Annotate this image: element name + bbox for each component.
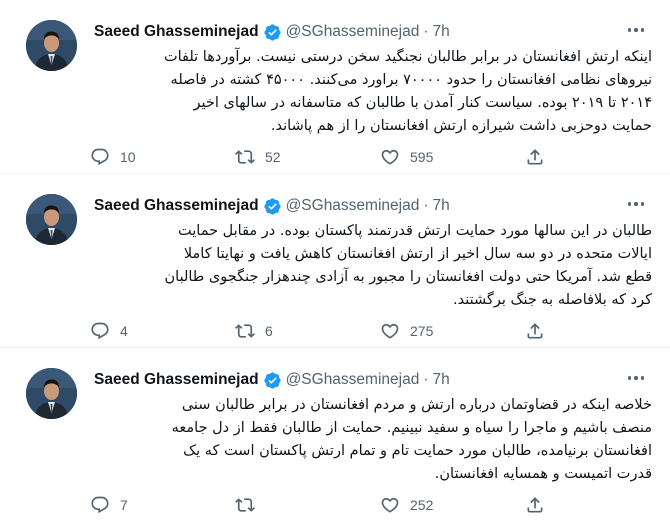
author-name[interactable]: Saeed Ghasseminejad	[94, 370, 259, 390]
author-handle[interactable]: @SGhasseminejad	[286, 370, 420, 390]
reply-count: 7	[120, 497, 128, 513]
tweet-text-line: ایالات متحده در دو سه سال اخیر از ارتش ا…	[183, 246, 652, 262]
tweet-header: Saeed Ghasseminejad @SGhasseminejad · 7h	[94, 194, 654, 218]
share-icon	[527, 149, 543, 165]
retweet-icon	[235, 498, 255, 512]
share-button[interactable]	[525, 147, 545, 167]
tweet[interactable]: Saeed Ghasseminejad @SGhasseminejad · 7h…	[0, 174, 670, 347]
retweet-button[interactable]: 52	[235, 147, 380, 167]
like-button[interactable]: 595	[380, 147, 525, 167]
author-name[interactable]: Saeed Ghasseminejad	[94, 22, 259, 42]
separator-dot: ·	[423, 197, 429, 214]
verified-badge-icon	[263, 371, 281, 389]
tweet-text-line: خلاصه اینکه در قضاوتمان درباره ارتش و مر…	[181, 397, 652, 413]
like-count: 595	[410, 149, 434, 165]
avatar-image	[26, 368, 77, 419]
like-button[interactable]: 252	[380, 495, 525, 515]
author-handle[interactable]: @SGhasseminejad	[286, 196, 420, 216]
like-count: 252	[410, 497, 434, 513]
tweet[interactable]: Saeed Ghasseminejad @SGhasseminejad · 7h…	[0, 348, 670, 521]
tweet-text: اینکه ارتش افغانستان در برابر طالبان نجن…	[92, 46, 652, 138]
tweet-actions: 4 6 275	[90, 320, 570, 342]
tweet-header: Saeed Ghasseminejad @SGhasseminejad · 7h	[94, 368, 654, 392]
avatar[interactable]	[26, 368, 77, 419]
reply-count: 10	[120, 149, 136, 165]
avatar[interactable]	[26, 194, 77, 245]
author-name[interactable]: Saeed Ghasseminejad	[94, 196, 259, 216]
separator-dot: ·	[423, 371, 429, 388]
like-count: 275	[410, 323, 434, 339]
retweet-count: 6	[265, 323, 273, 339]
tweet[interactable]: Saeed Ghasseminejad @SGhasseminejad · 7h…	[0, 0, 670, 173]
tweet-text-line: اینکه ارتش افغانستان در برابر طالبان نجن…	[163, 49, 652, 65]
verified-badge-icon	[263, 197, 281, 215]
like-icon	[381, 323, 399, 339]
tweet-time[interactable]: 7h	[433, 370, 450, 390]
tweet-time[interactable]: 7h	[433, 196, 450, 216]
separator-dot: ·	[423, 23, 429, 40]
tweet-actions: 10 52 595	[90, 146, 570, 168]
tweet-text-line: قدرت اتمیست و همسایه افغانستان.	[434, 466, 652, 482]
like-icon	[381, 149, 399, 165]
retweet-count: 52	[265, 149, 281, 165]
more-icon[interactable]	[624, 20, 648, 40]
tweet-text-line: کرد که بلافاصله به جنگ برگشتند.	[453, 292, 652, 308]
reply-button[interactable]: 10	[90, 147, 235, 167]
tweet-text-line: نیروهای نظامی افغانستان را حدود ۷۰۰۰۰ بر…	[170, 72, 652, 88]
tweet-text-line: منصف باشیم و ماجرا را سیاه و سفید نبینیم…	[171, 420, 652, 436]
avatar-image	[26, 20, 77, 71]
tweet-text-line: افغانستان برنیامده، طالبان مورد حمایت تا…	[183, 443, 652, 459]
tweet-text-line: ۲۰۱۴ تا ۲۰۱۹ بوده. سیاست کنار آمدن با طا…	[193, 95, 652, 111]
share-icon	[527, 323, 543, 339]
share-button[interactable]	[525, 321, 545, 341]
avatar-image	[26, 194, 77, 245]
tweet-text-line: طالبان در این سالها مورد حمایت ارتش قدرت…	[178, 223, 652, 239]
tweet-text-line: قطع شد. آمریکا حتی دولت افغانستان را مجب…	[164, 269, 653, 285]
share-icon	[527, 497, 543, 513]
reply-count: 4	[120, 323, 128, 339]
reply-icon	[91, 148, 109, 166]
reply-icon	[91, 496, 109, 514]
tweet-text: خلاصه اینکه در قضاوتمان درباره ارتش و مر…	[92, 394, 652, 486]
like-button[interactable]: 275	[380, 321, 525, 341]
reply-button[interactable]: 4	[90, 321, 235, 341]
tweet-header: Saeed Ghasseminejad @SGhasseminejad · 7h	[94, 20, 654, 44]
tweet-text-line: حمایت دوحزبی داشت شیرازه ارتش افغانستان …	[270, 118, 652, 134]
tweet-actions: 7 252	[90, 494, 570, 516]
more-icon[interactable]	[624, 194, 648, 214]
verified-badge-icon	[263, 23, 281, 41]
retweet-icon	[235, 150, 255, 164]
retweet-button[interactable]	[235, 495, 380, 515]
reply-icon	[91, 322, 109, 340]
reply-button[interactable]: 7	[90, 495, 235, 515]
like-icon	[381, 497, 399, 513]
share-button[interactable]	[525, 495, 545, 515]
retweet-button[interactable]: 6	[235, 321, 380, 341]
retweet-icon	[235, 324, 255, 338]
tweet-text: طالبان در این سالها مورد حمایت ارتش قدرت…	[92, 220, 653, 312]
more-icon[interactable]	[624, 368, 648, 388]
tweet-time[interactable]: 7h	[433, 22, 450, 42]
avatar[interactable]	[26, 20, 77, 71]
author-handle[interactable]: @SGhasseminejad	[286, 22, 420, 42]
